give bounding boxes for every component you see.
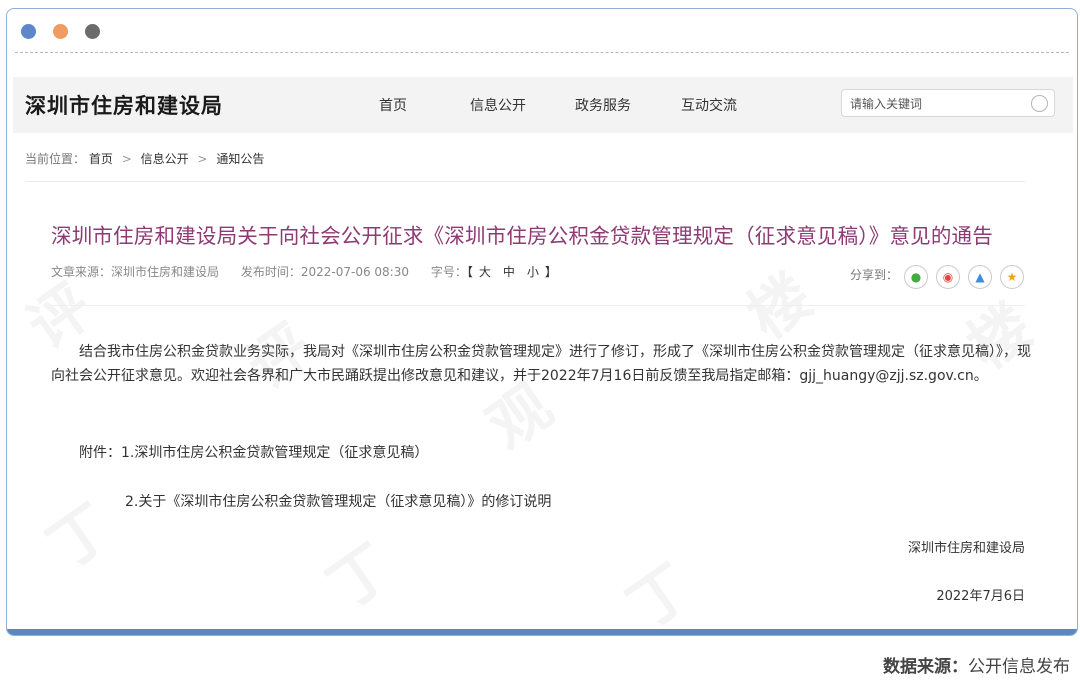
nav-home[interactable]: 首页 <box>379 95 407 115</box>
article-paragraph: 结合我市住房公积金贷款业务实际，我局对《深圳市住房公积金贷款管理规定》进行了修订… <box>51 344 1031 384</box>
signature-date: 2022年7月6日 <box>936 589 1025 604</box>
qq-icon[interactable]: ▲ <box>968 265 992 289</box>
breadcrumb: 当前位置： 首页 > 信息公开 > 通知公告 <box>25 150 264 167</box>
article-title: 深圳市住房和建设局关于向社会公开征求《深圳市住房公积金贷款管理规定（征求意见稿）… <box>51 224 993 248</box>
watermark: 丁 <box>315 531 405 623</box>
nav-government-services[interactable]: 政务服务 <box>575 95 631 115</box>
font-size-small[interactable]: 小 <box>527 265 539 279</box>
search-box <box>841 89 1055 117</box>
breadcrumb-notices[interactable]: 通知公告 <box>216 152 264 166</box>
source-caption: 数据来源：公开信息发布 <box>883 652 1070 677</box>
window-dot-orange <box>53 24 68 39</box>
search-input[interactable] <box>850 95 1020 113</box>
source-caption-label: 数据来源： <box>883 657 968 677</box>
breadcrumb-info-disclosure[interactable]: 信息公开 <box>141 152 189 166</box>
site-header: 深圳市住房和建设局 首页 信息公开 政务服务 互动交流 <box>13 77 1073 133</box>
nav-interaction[interactable]: 互动交流 <box>681 95 737 115</box>
font-size-control: 字号：【大中小】 <box>431 265 557 279</box>
window-bottom-bar <box>7 629 1077 635</box>
font-size-medium[interactable]: 中 <box>503 265 515 279</box>
site-logo[interactable]: 深圳市住房和建设局 <box>25 90 223 120</box>
share-label: 分享到： <box>850 268 899 282</box>
breadcrumb-prefix: 当前位置： <box>25 152 86 166</box>
weibo-icon[interactable]: ◉ <box>936 265 960 289</box>
breadcrumb-separator: > <box>121 152 132 166</box>
wechat-icon[interactable]: ● <box>904 265 928 289</box>
signature-organization: 深圳市住房和建设局 <box>907 541 1025 556</box>
breadcrumb-separator: > <box>197 152 208 166</box>
font-size-bracket-open: 【 <box>466 265 473 279</box>
attachment-2: 2.关于《深圳市住房公积金贷款管理规定（征求意见稿）》的修订说明 <box>125 494 552 510</box>
source-caption-value: 公开信息发布 <box>968 657 1070 677</box>
font-size-label: 字号： <box>430 265 467 279</box>
article-publish-time: 发布时间：2022-07-06 08:30 <box>240 265 409 279</box>
favorite-icon[interactable]: ★ <box>1000 265 1024 289</box>
article-source: 文章来源：深圳市住房和建设局 <box>51 265 220 279</box>
divider <box>51 305 1025 306</box>
font-size-bracket-close: 】 <box>544 265 557 279</box>
breadcrumb-home[interactable]: 首页 <box>89 152 113 166</box>
browser-window: 评 评 观 楼 楼 丁 丁 丁 深圳市住房和建设局 首页 信息公开 政务服务 互… <box>6 8 1078 636</box>
attachment-1: 附件：1.深圳市住房公积金贷款管理规定（征求意见稿） <box>79 445 429 461</box>
font-size-large[interactable]: 大 <box>479 265 491 279</box>
watermark: 丁 <box>615 551 705 636</box>
window-titlebar <box>15 9 1069 53</box>
search-icon[interactable] <box>1031 95 1048 112</box>
article-meta: 文章来源：深圳市住房和建设局 发布时间：2022-07-06 08:30 字号：… <box>51 263 575 280</box>
window-dot-gray <box>85 24 100 39</box>
window-dot-blue <box>21 24 36 39</box>
nav-info-disclosure[interactable]: 信息公开 <box>470 95 526 115</box>
watermark: 丁 <box>35 491 125 583</box>
divider <box>25 181 1025 182</box>
